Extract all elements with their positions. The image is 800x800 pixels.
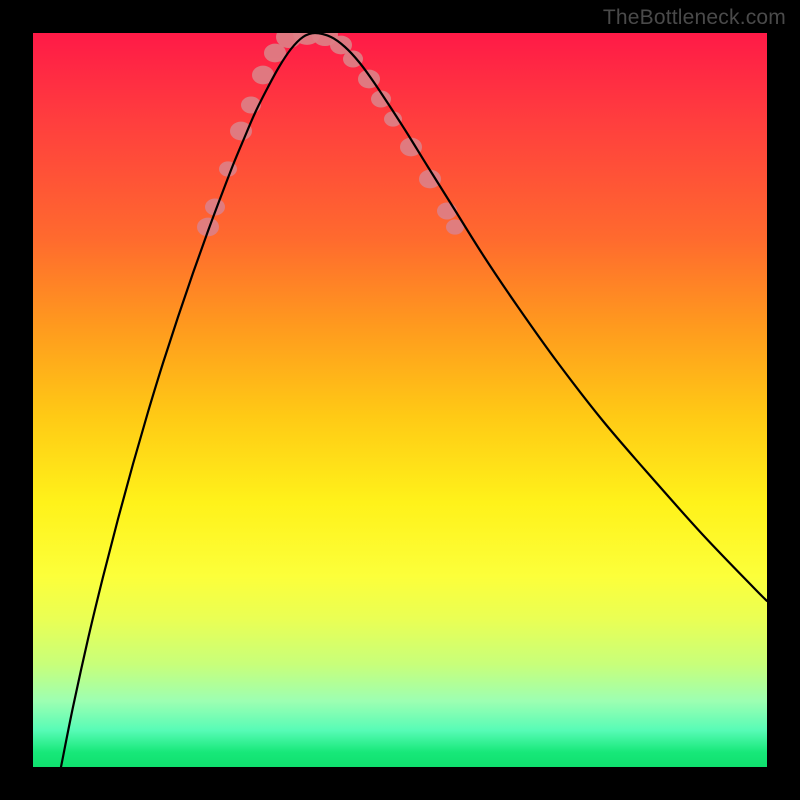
chart-frame: TheBottleneck.com: [0, 0, 800, 800]
heatmap-background: [33, 33, 767, 767]
watermark-text: TheBottleneck.com: [603, 6, 786, 30]
